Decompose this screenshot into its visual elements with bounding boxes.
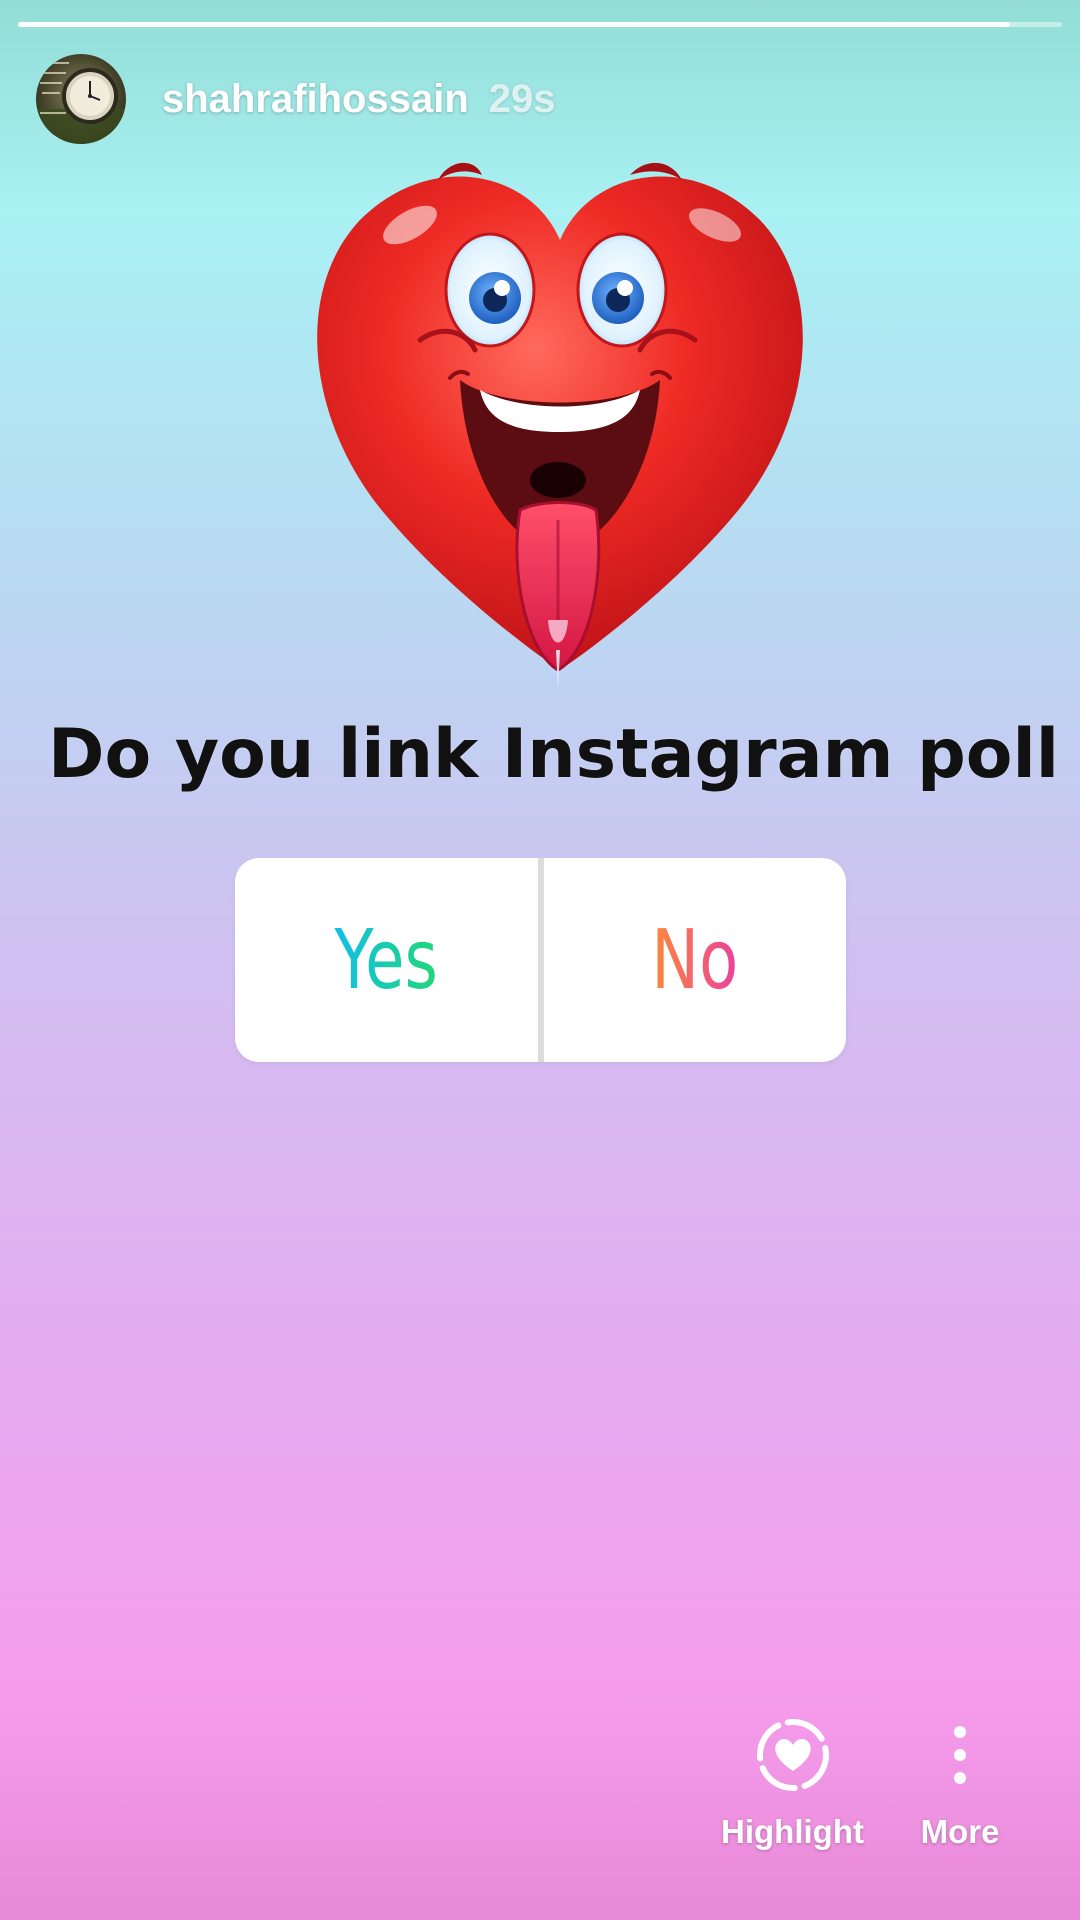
highlight-button[interactable]: Highlight: [720, 1715, 865, 1851]
poll-sticker: Yes No: [235, 858, 846, 1062]
story-viewer[interactable]: shahrafihossain 29s Do you link Instagra…: [0, 0, 1080, 1920]
highlight-label: Highlight: [721, 1813, 864, 1850]
clock-avatar-icon: [36, 54, 126, 144]
username[interactable]: shahrafihossain: [162, 77, 469, 122]
more-label: More: [920, 1813, 1000, 1850]
story-progress-fill: [18, 22, 1010, 27]
poll-option-yes-label: Yes: [334, 912, 438, 1008]
heart-face-sticker: [300, 150, 820, 710]
poll-option-yes-button[interactable]: Yes: [235, 858, 538, 1062]
heart-face-icon: [317, 162, 803, 690]
poll-option-no-label: No: [651, 912, 739, 1008]
highlight-heart-icon: [753, 1715, 833, 1795]
story-progress-bar: [18, 22, 1062, 27]
more-button[interactable]: More: [900, 1715, 1020, 1851]
story-header: shahrafihossain 29s: [36, 54, 556, 144]
avatar[interactable]: [36, 54, 126, 144]
poll-option-no-button[interactable]: No: [544, 858, 847, 1062]
poll-question: Do you link Instagram poll ???: [48, 715, 1080, 794]
story-timestamp: 29s: [488, 76, 556, 121]
more-vertical-icon: [920, 1715, 1000, 1795]
